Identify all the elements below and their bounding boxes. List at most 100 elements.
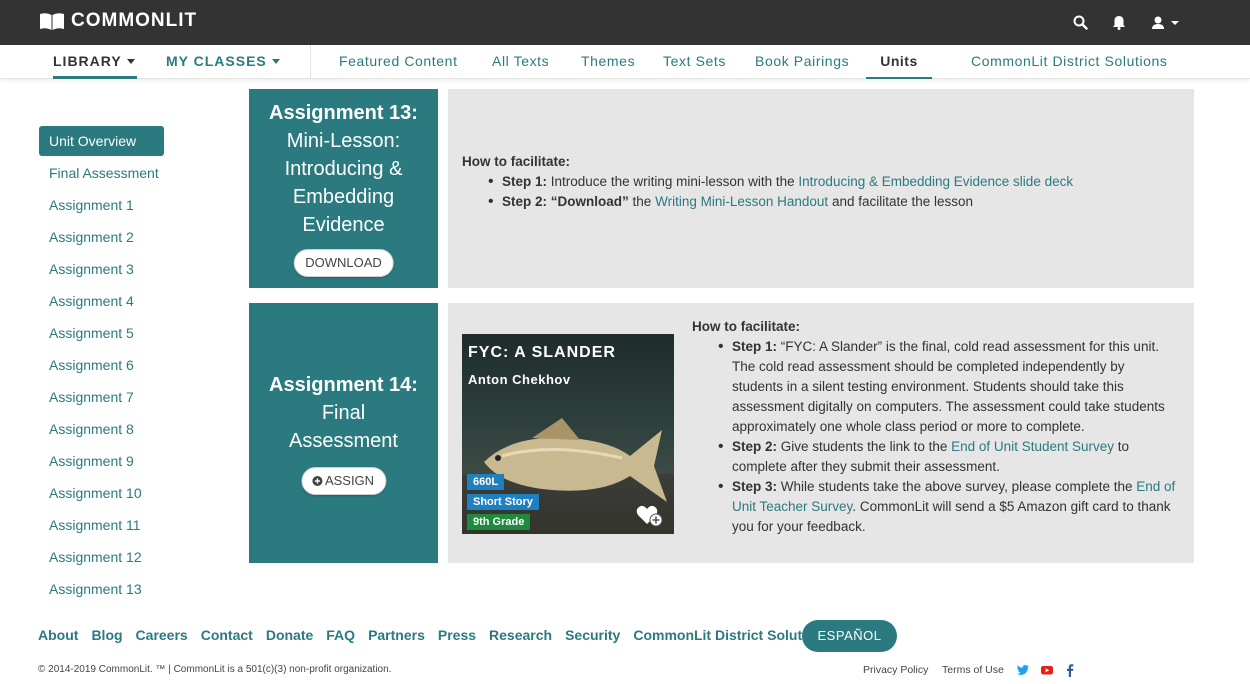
step-text: Give students the link to the	[780, 439, 948, 454]
step-label: Step 2: “Download”	[502, 194, 629, 209]
how-to-facilitate-heading: How to facilitate:	[692, 319, 801, 334]
sidebar-item-assignment-1[interactable]: Assignment 1	[39, 190, 169, 222]
footer-link-donate[interactable]: Donate	[266, 627, 313, 643]
sidebar-item-unit-overview[interactable]: Unit Overview	[39, 126, 164, 156]
student-survey-link[interactable]: End of Unit Student Survey	[951, 439, 1114, 454]
footer-link-press[interactable]: Press	[438, 627, 476, 643]
step-item: Step 3: While students take the above su…	[718, 477, 1187, 537]
assignment-13-title: Assignment 13: Mini-Lesson: Introducing …	[249, 99, 438, 239]
nav-my-classes[interactable]: MY CLASSES	[166, 45, 280, 79]
user-menu-icon[interactable]	[1150, 12, 1180, 32]
footer-links: About Blog Careers Contact Donate FAQ Pa…	[38, 622, 844, 648]
text-thumbnail[interactable]: FYC: A SLANDER Anton Chekhov 660L Short …	[462, 334, 674, 534]
assignment-13-title-line: Introducing &	[284, 158, 403, 180]
step-text: The cold read assessment should be compl…	[732, 359, 1125, 374]
assignment-13-title-line: Mini-Lesson:	[286, 130, 401, 152]
copyright-text: © 2014-2019 CommonLit. ™ | CommonLit is …	[38, 664, 392, 675]
footer-link-faq[interactable]: FAQ	[326, 627, 355, 643]
teacher-survey-link[interactable]: Unit Teacher Survey	[732, 499, 852, 514]
sidebar-item-assignment-2[interactable]: Assignment 2	[39, 222, 169, 254]
youtube-icon[interactable]	[1040, 663, 1054, 677]
step-label: Step 3:	[732, 479, 778, 494]
assignment-14-number: Assignment 14:	[269, 374, 418, 396]
commonlit-logo[interactable]: COMMONLIT	[39, 10, 197, 32]
assignment-14-title-line: Assessment	[289, 430, 398, 452]
sidebar-item-assignment-3[interactable]: Assignment 3	[39, 254, 169, 286]
search-icon[interactable]	[1070, 12, 1090, 32]
step-text: While students take the above survey, pl…	[780, 479, 1133, 494]
top-bar: COMMONLIT	[0, 0, 1250, 45]
footer-link-partners[interactable]: Partners	[368, 627, 425, 643]
nav-all-texts[interactable]: All Texts	[492, 45, 549, 79]
footer-link-careers[interactable]: Careers	[136, 627, 188, 643]
bell-icon[interactable]	[1109, 12, 1129, 32]
twitter-icon[interactable]	[1016, 663, 1030, 677]
step-item: Step 1: Introduce the writing mini-lesso…	[488, 172, 1182, 192]
nav-units[interactable]: Units	[866, 45, 932, 79]
favorite-add-icon[interactable]	[636, 504, 664, 528]
footer-link-security[interactable]: Security	[565, 627, 620, 643]
sidebar-item-assignment-5[interactable]: Assignment 5	[39, 318, 169, 350]
step-text: the	[632, 194, 652, 209]
nav-themes[interactable]: Themes	[581, 45, 635, 79]
sidebar-item-assignment-4[interactable]: Assignment 4	[39, 286, 169, 318]
assignment-13-title-line: Evidence	[302, 214, 385, 236]
assignment-13-body: How to facilitate: Step 1: Introduce the…	[448, 89, 1194, 288]
assignment-14-title: Assignment 14: Final Assessment	[249, 371, 438, 455]
step-label: Step 1:	[732, 339, 778, 354]
nav-library-label: LIBRARY	[53, 53, 122, 69]
assignment-13-title-line: Embedding	[292, 186, 395, 208]
step-item: Step 2: “Download” the Writing Mini-Less…	[488, 192, 1182, 212]
nav-library[interactable]: LIBRARY	[53, 45, 137, 79]
footer-link-research[interactable]: Research	[489, 627, 552, 643]
nav-divider	[310, 45, 311, 79]
text-title: FYC: A SLANDER	[468, 344, 616, 361]
sidebar-item-assignment-7[interactable]: Assignment 7	[39, 382, 169, 414]
privacy-policy-link[interactable]: Privacy Policy	[863, 664, 928, 676]
nav-book-pairings[interactable]: Book Pairings	[755, 45, 849, 79]
footer-link-contact[interactable]: Contact	[201, 627, 253, 643]
facebook-icon[interactable]	[1063, 663, 1077, 677]
step-text: to	[1117, 439, 1130, 454]
terms-of-use-link[interactable]: Terms of Use	[942, 664, 1004, 676]
sidebar-item-assignment-9[interactable]: Assignment 9	[39, 446, 169, 478]
assign-button-label: ASSIGN	[324, 473, 375, 488]
download-button[interactable]: DOWNLOAD	[293, 249, 394, 277]
assign-button[interactable]: ASSIGN	[300, 467, 387, 495]
footer-link-blog[interactable]: Blog	[91, 627, 122, 643]
footer-link-about[interactable]: About	[38, 627, 78, 643]
genre-badge: Short Story	[467, 494, 539, 510]
chevron-down-icon	[126, 58, 135, 64]
chevron-down-icon	[271, 58, 280, 64]
sidebar-item-assignment-11[interactable]: Assignment 11	[39, 510, 169, 542]
sidebar-item-assignment-13[interactable]: Assignment 13	[39, 574, 169, 606]
assignment-14-title-line: Final	[321, 402, 366, 424]
sidebar-item-final-assessment[interactable]: Final Assessment	[39, 158, 169, 190]
step-text: “FYC: A Slander” is the final, cold read…	[780, 339, 1159, 354]
slide-deck-link[interactable]: Introducing & Embedding Evidence slide d…	[798, 174, 1073, 189]
sidebar-item-assignment-6[interactable]: Assignment 6	[39, 350, 169, 382]
step-item: Step 2: Give students the link to the En…	[718, 437, 1187, 477]
how-to-facilitate-heading: How to facilitate:	[462, 154, 571, 169]
nav-text-sets[interactable]: Text Sets	[663, 45, 726, 79]
nav-district-solutions[interactable]: CommonLit District Solutions	[971, 45, 1168, 79]
step-text: assessment digitally on computers. The a…	[732, 399, 1165, 414]
teacher-survey-link[interactable]: End of	[1136, 479, 1175, 494]
assignment-14-header: Assignment 14: Final Assessment ASSIGN	[249, 303, 438, 563]
handout-link[interactable]: Writing Mini-Lesson Handout	[655, 194, 828, 209]
brand-name: COMMONLIT	[71, 10, 198, 31]
step-item: Step 1: “FYC: A Slander” is the final, c…	[718, 337, 1187, 437]
step-text: you for your feedback.	[732, 519, 866, 534]
assignment-13-header: Assignment 13: Mini-Lesson: Introducing …	[249, 89, 438, 288]
lexile-badge: 660L	[467, 474, 505, 490]
step-label: Step 1:	[502, 174, 548, 189]
sidebar-item-assignment-8[interactable]: Assignment 8	[39, 414, 169, 446]
nav-featured-content[interactable]: Featured Content	[339, 45, 458, 79]
nav-my-classes-label: MY CLASSES	[166, 53, 267, 69]
sidebar-item-assignment-10[interactable]: Assignment 10	[39, 478, 169, 510]
step-text: students in a silent testing environment…	[732, 379, 1124, 394]
espanol-button[interactable]: ESPAÑOL	[802, 620, 897, 652]
sidebar-item-assignment-12[interactable]: Assignment 12	[39, 542, 169, 574]
assignment-14-body: FYC: A SLANDER Anton Chekhov 660L Short …	[448, 303, 1194, 563]
assignment-13-number: Assignment 13:	[269, 102, 418, 124]
